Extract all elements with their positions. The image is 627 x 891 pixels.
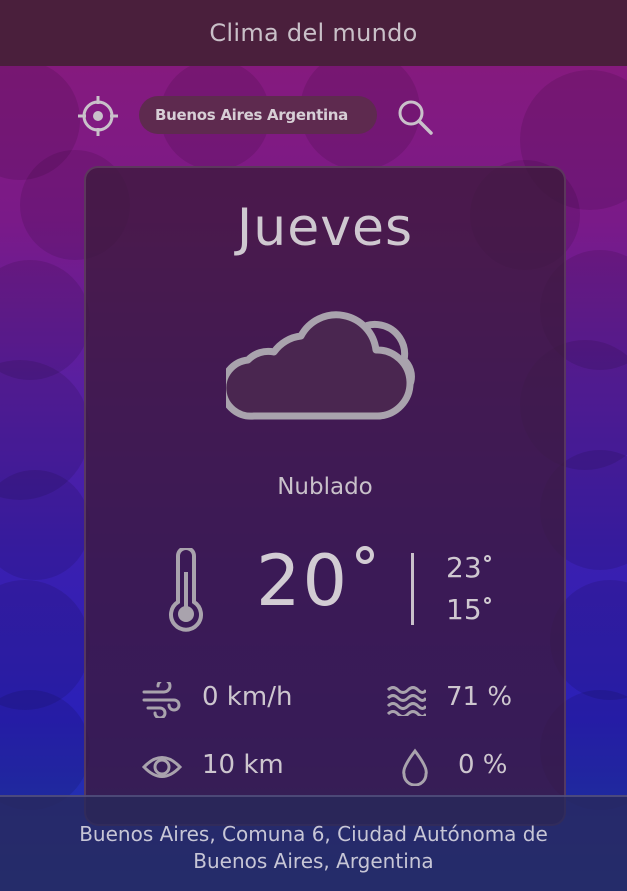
humidity-value: 71 % — [446, 682, 513, 712]
crosshair-icon — [78, 96, 118, 136]
search-icon — [398, 100, 433, 135]
cloud-icon — [226, 311, 415, 420]
degree-symbol — [484, 555, 491, 562]
app-header: Clima del mundo — [0, 0, 627, 66]
current-temperature: 20 — [256, 540, 350, 622]
wind-icon — [142, 682, 181, 718]
visibility-value: 10 km — [202, 750, 284, 780]
max-temperature: 23 — [446, 551, 482, 584]
degree-symbol — [484, 597, 491, 604]
condition-label: Nublado — [277, 474, 373, 500]
wind-value: 0 km/h — [202, 682, 293, 712]
forecast-card: Jueves Nublado 20 23 15 0 km/h 71 % 10 k… — [84, 166, 566, 826]
waves-icon — [386, 686, 426, 716]
eye-icon — [142, 756, 182, 778]
thermometer-icon — [169, 548, 203, 632]
drop-icon — [402, 748, 428, 786]
search-button[interactable] — [396, 98, 434, 136]
location-name: Buenos Aires, Comuna 6, Ciudad Autónoma … — [79, 822, 548, 873]
temp-divider — [411, 553, 414, 625]
search-bar — [0, 86, 627, 144]
location-footer: Buenos Aires, Comuna 6, Ciudad Autónoma … — [0, 795, 627, 891]
min-temperature: 15 — [446, 593, 482, 626]
locate-button[interactable] — [78, 96, 118, 136]
precipitation-value: 0 % — [458, 750, 508, 780]
search-input[interactable] — [139, 96, 377, 134]
degree-symbol — [356, 546, 374, 564]
app-title: Clima del mundo — [209, 19, 418, 47]
day-name: Jueves — [236, 198, 414, 258]
